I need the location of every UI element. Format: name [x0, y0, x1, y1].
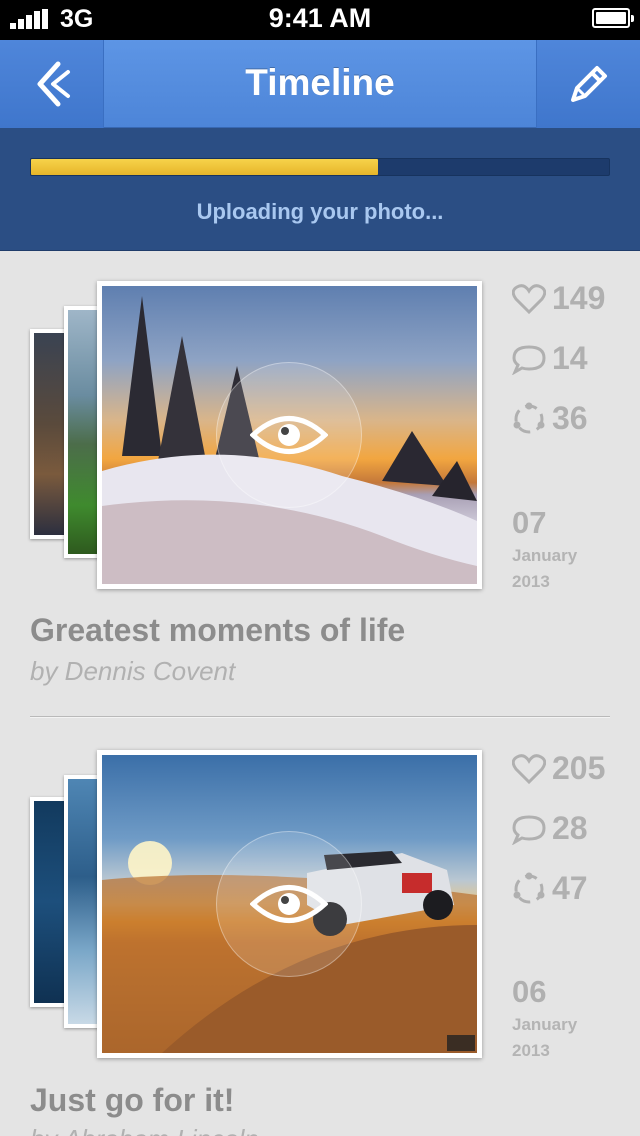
comments-count[interactable]: 28	[512, 810, 588, 847]
back-chevron-icon	[37, 61, 70, 107]
upload-progress-bar	[30, 158, 610, 176]
comment-bubble-icon	[512, 344, 546, 375]
page-title: Timeline	[245, 62, 395, 103]
post-date-day: 07	[512, 505, 547, 540]
post-date-year: 2013	[512, 572, 550, 591]
edit-button[interactable]	[536, 40, 640, 128]
battery-icon	[592, 8, 634, 28]
post-date-month: January	[512, 546, 578, 565]
upload-progress-fill	[31, 159, 378, 175]
status-time: 9:41 AM	[268, 3, 372, 33]
eye-icon	[250, 416, 328, 454]
navigation-bar: Timeline	[0, 40, 640, 128]
shares-count[interactable]: 36	[512, 400, 588, 437]
pencil-icon	[570, 66, 607, 102]
upload-status-text: Uploading your photo...	[196, 199, 444, 224]
share-network-icon	[513, 872, 545, 903]
heart-icon	[512, 283, 546, 314]
eye-icon	[250, 885, 328, 923]
view-photo-button[interactable]	[216, 362, 362, 508]
post-date-month: January	[512, 1015, 578, 1034]
post-date-year: 2013	[512, 1041, 550, 1060]
post-author[interactable]: by Abraham Lincoln	[30, 1124, 259, 1136]
status-bar: 3G 9:41 AM	[0, 0, 640, 40]
post-date-day: 06	[512, 974, 547, 1009]
share-network-icon	[513, 402, 545, 433]
post-divider	[30, 716, 610, 718]
post-photo[interactable]	[97, 750, 482, 1058]
post-author[interactable]: by Dennis Covent	[30, 656, 235, 687]
shares-count[interactable]: 47	[512, 870, 588, 907]
back-button[interactable]	[0, 40, 104, 128]
post-title[interactable]: Just go for it!	[30, 1082, 234, 1119]
upload-panel	[0, 128, 640, 251]
post-photo[interactable]	[97, 281, 482, 589]
likes-count[interactable]: 149	[512, 280, 605, 317]
comment-bubble-icon	[512, 814, 546, 845]
post-title[interactable]: Greatest moments of life	[30, 612, 405, 649]
likes-count[interactable]: 205	[512, 750, 605, 787]
view-photo-button[interactable]	[216, 831, 362, 977]
comments-count[interactable]: 14	[512, 340, 588, 377]
heart-icon	[512, 753, 546, 784]
